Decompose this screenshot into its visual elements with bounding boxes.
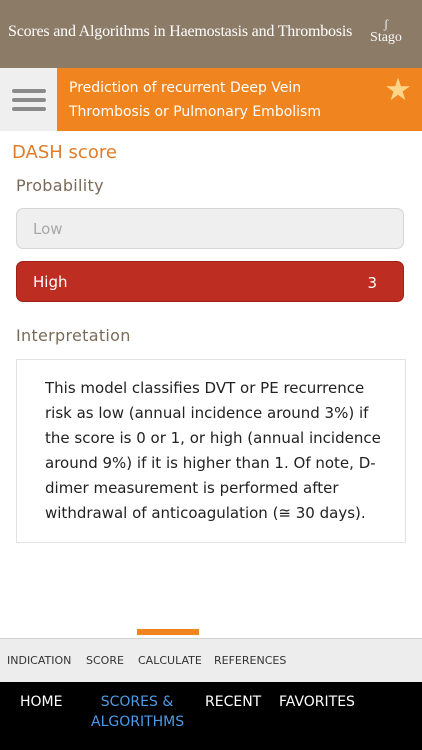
nav-scores-label-line1: SCORES & — [100, 694, 174, 710]
menu-button[interactable] — [0, 68, 57, 131]
stago-logo: ʃ Stago — [364, 16, 408, 46]
page-topbar: Prediction of recurrent Deep Vein Thromb… — [0, 68, 422, 131]
subtab-calculate[interactable]: CALCULATE — [138, 654, 202, 667]
active-subtab-indicator — [137, 629, 199, 635]
nav-recent-label: RECENT — [205, 694, 262, 710]
option-high-value: 3 — [367, 274, 377, 292]
subtab-bar: INDICATION SCORE CALCULATE REFERENCES — [0, 638, 422, 682]
option-high-label: High — [33, 273, 68, 291]
favorite-star-icon[interactable]: ★ — [382, 72, 414, 108]
subtab-indication[interactable]: INDICATION — [7, 654, 71, 667]
bottom-nav: HOME SCORES & ALGORITHMS RECENT FAVORITE… — [0, 682, 422, 750]
app-title: Scores and Algorithms in Haemostasis and… — [8, 23, 353, 40]
logo-leaf-icon: ʃ — [383, 16, 389, 31]
app-header: Scores and Algorithms in Haemostasis and… — [0, 0, 422, 68]
nav-recent[interactable]: RECENT — [205, 692, 261, 712]
logo-text: Stago — [370, 30, 402, 45]
score-title: DASH score — [12, 142, 117, 163]
hamburger-icon — [11, 88, 46, 93]
nav-favorites[interactable]: FAVORITES — [279, 692, 355, 712]
nav-scores-label-line2: ALGORITHMS — [91, 714, 185, 730]
nav-favorites-label: FAVORITES — [279, 694, 355, 710]
option-low[interactable]: Low — [16, 208, 404, 249]
interpretation-box: This model classifies DVT or PE recurren… — [16, 359, 406, 543]
interpretation-label: Interpretation — [16, 326, 131, 345]
subtab-score[interactable]: SCORE — [86, 654, 124, 667]
nav-scores-algorithms[interactable]: SCORES & ALGORITHMS — [91, 692, 185, 732]
probability-label: Probability — [16, 176, 104, 195]
nav-home[interactable]: HOME — [20, 692, 62, 712]
subtab-references[interactable]: REFERENCES — [214, 654, 286, 667]
interpretation-text: This model classifies DVT or PE recurren… — [45, 379, 381, 522]
nav-home-label: HOME — [20, 694, 63, 710]
option-high[interactable]: High 3 — [16, 261, 404, 302]
option-low-label: Low — [33, 220, 63, 238]
page-title: Prediction of recurrent Deep Vein Thromb… — [69, 80, 321, 120]
